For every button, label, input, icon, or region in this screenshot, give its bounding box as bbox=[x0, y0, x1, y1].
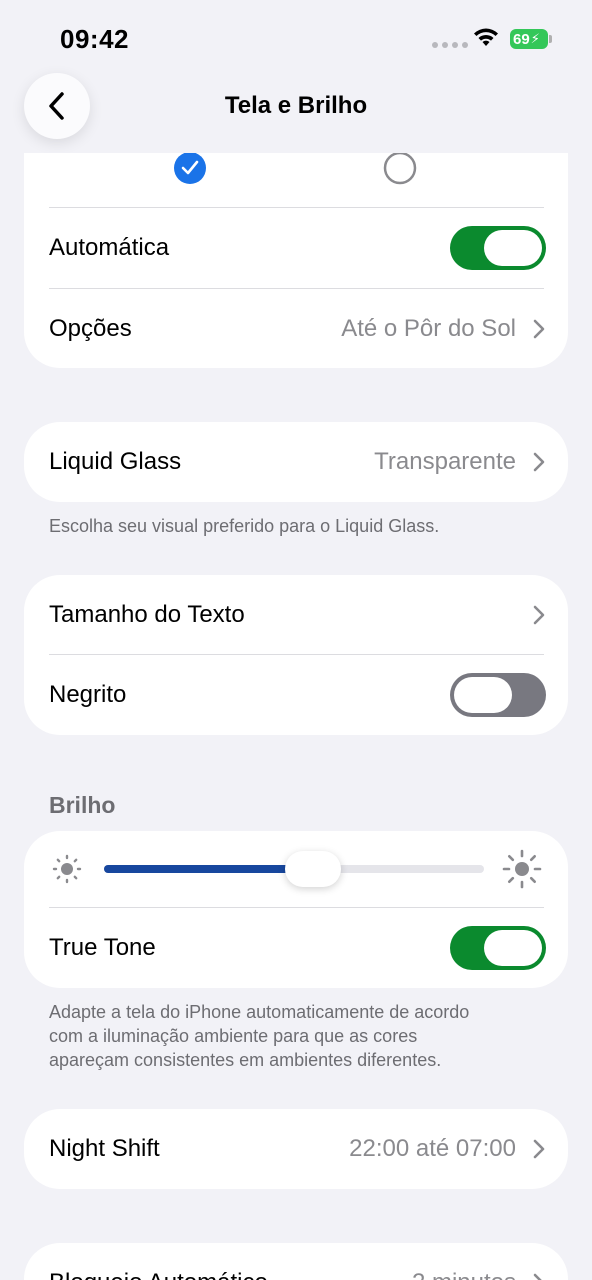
liquid-glass-label: Liquid Glass bbox=[49, 448, 182, 475]
auto-lock-label: Bloqueio Automático bbox=[49, 1269, 268, 1280]
auto-lock-row[interactable]: Bloqueio Automático 2 minutos bbox=[24, 1243, 568, 1280]
true-tone-toggle[interactable] bbox=[450, 926, 546, 970]
chevron-right-icon bbox=[533, 605, 545, 625]
battery-indicator: 69 ⚡ bbox=[510, 29, 548, 49]
liquid-glass-card: Liquid Glass Transparente bbox=[24, 422, 568, 502]
night-shift-label: Night Shift bbox=[49, 1135, 160, 1162]
auto-lock-card: Bloqueio Automático 2 minutos bbox=[24, 1243, 568, 1280]
bold-label: Negrito bbox=[49, 681, 127, 708]
true-tone-label: True Tone bbox=[49, 934, 156, 961]
text-size-row[interactable]: Tamanho do Texto bbox=[24, 575, 568, 655]
brightness-slider-thumb[interactable] bbox=[285, 851, 341, 887]
battery-level: 69 bbox=[513, 30, 530, 48]
dark-mode-radio[interactable] bbox=[382, 153, 418, 187]
status-bar: 09:42 69 ⚡ bbox=[0, 0, 592, 80]
true-tone-footnote-line-2: com a iluminação ambiente para que as co… bbox=[49, 1026, 418, 1046]
chevron-right-icon bbox=[533, 1139, 545, 1159]
auto-lock-value: 2 minutos bbox=[412, 1269, 516, 1280]
automatic-row: Automática bbox=[24, 208, 568, 288]
page-title: Tela e Brilho bbox=[224, 92, 368, 119]
liquid-glass-row[interactable]: Liquid Glass Transparente bbox=[24, 422, 568, 502]
true-tone-row: True Tone bbox=[24, 908, 568, 988]
charging-bolt-icon: ⚡ bbox=[530, 31, 540, 46]
true-tone-footnote-line-3: apareçam consistentes em ambientes difer… bbox=[49, 1050, 442, 1070]
automatic-toggle[interactable] bbox=[450, 226, 546, 270]
text-card: Tamanho do Texto Negrito bbox=[24, 575, 568, 735]
sun-large-icon bbox=[502, 849, 542, 889]
automatic-label: Automática bbox=[49, 234, 170, 261]
liquid-glass-footnote: Escolha seu visual preferido para o Liqu… bbox=[49, 516, 440, 536]
brightness-header: Brilho bbox=[49, 792, 116, 818]
wifi-icon bbox=[474, 28, 498, 46]
status-time: 09:42 bbox=[60, 24, 129, 54]
chevron-right-icon bbox=[533, 319, 545, 339]
chevron-right-icon bbox=[533, 452, 545, 472]
night-shift-card: Night Shift 22:00 até 07:00 bbox=[24, 1109, 568, 1189]
light-mode-radio-checked[interactable] bbox=[172, 153, 208, 187]
liquid-glass-value: Transparente bbox=[374, 448, 516, 475]
night-shift-row[interactable]: Night Shift 22:00 até 07:00 bbox=[24, 1109, 568, 1189]
appearance-card: Automática Opções Até o Pôr do Sol bbox=[24, 153, 568, 368]
text-size-label: Tamanho do Texto bbox=[49, 601, 245, 628]
true-tone-footnote-line-1: Adapte a tela do iPhone automaticamente … bbox=[49, 1002, 470, 1022]
night-shift-value: 22:00 até 07:00 bbox=[349, 1135, 516, 1162]
options-label: Opções bbox=[49, 315, 132, 342]
bold-row: Negrito bbox=[24, 655, 568, 735]
true-tone-footnote: Adapte a tela do iPhone automaticamente … bbox=[49, 1000, 549, 1072]
bold-toggle[interactable] bbox=[450, 673, 546, 717]
chevron-right-icon bbox=[533, 1273, 542, 1280]
brightness-slider-fill bbox=[104, 865, 313, 873]
options-row[interactable]: Opções Até o Pôr do Sol bbox=[24, 289, 568, 368]
battery-cap bbox=[549, 35, 552, 43]
navigation-bar: Tela e Brilho bbox=[0, 70, 592, 154]
options-value: Até o Pôr do Sol bbox=[341, 315, 516, 342]
sun-small-icon bbox=[52, 854, 82, 884]
cellular-signal-icon bbox=[432, 42, 468, 48]
brightness-card: True Tone bbox=[24, 831, 568, 988]
